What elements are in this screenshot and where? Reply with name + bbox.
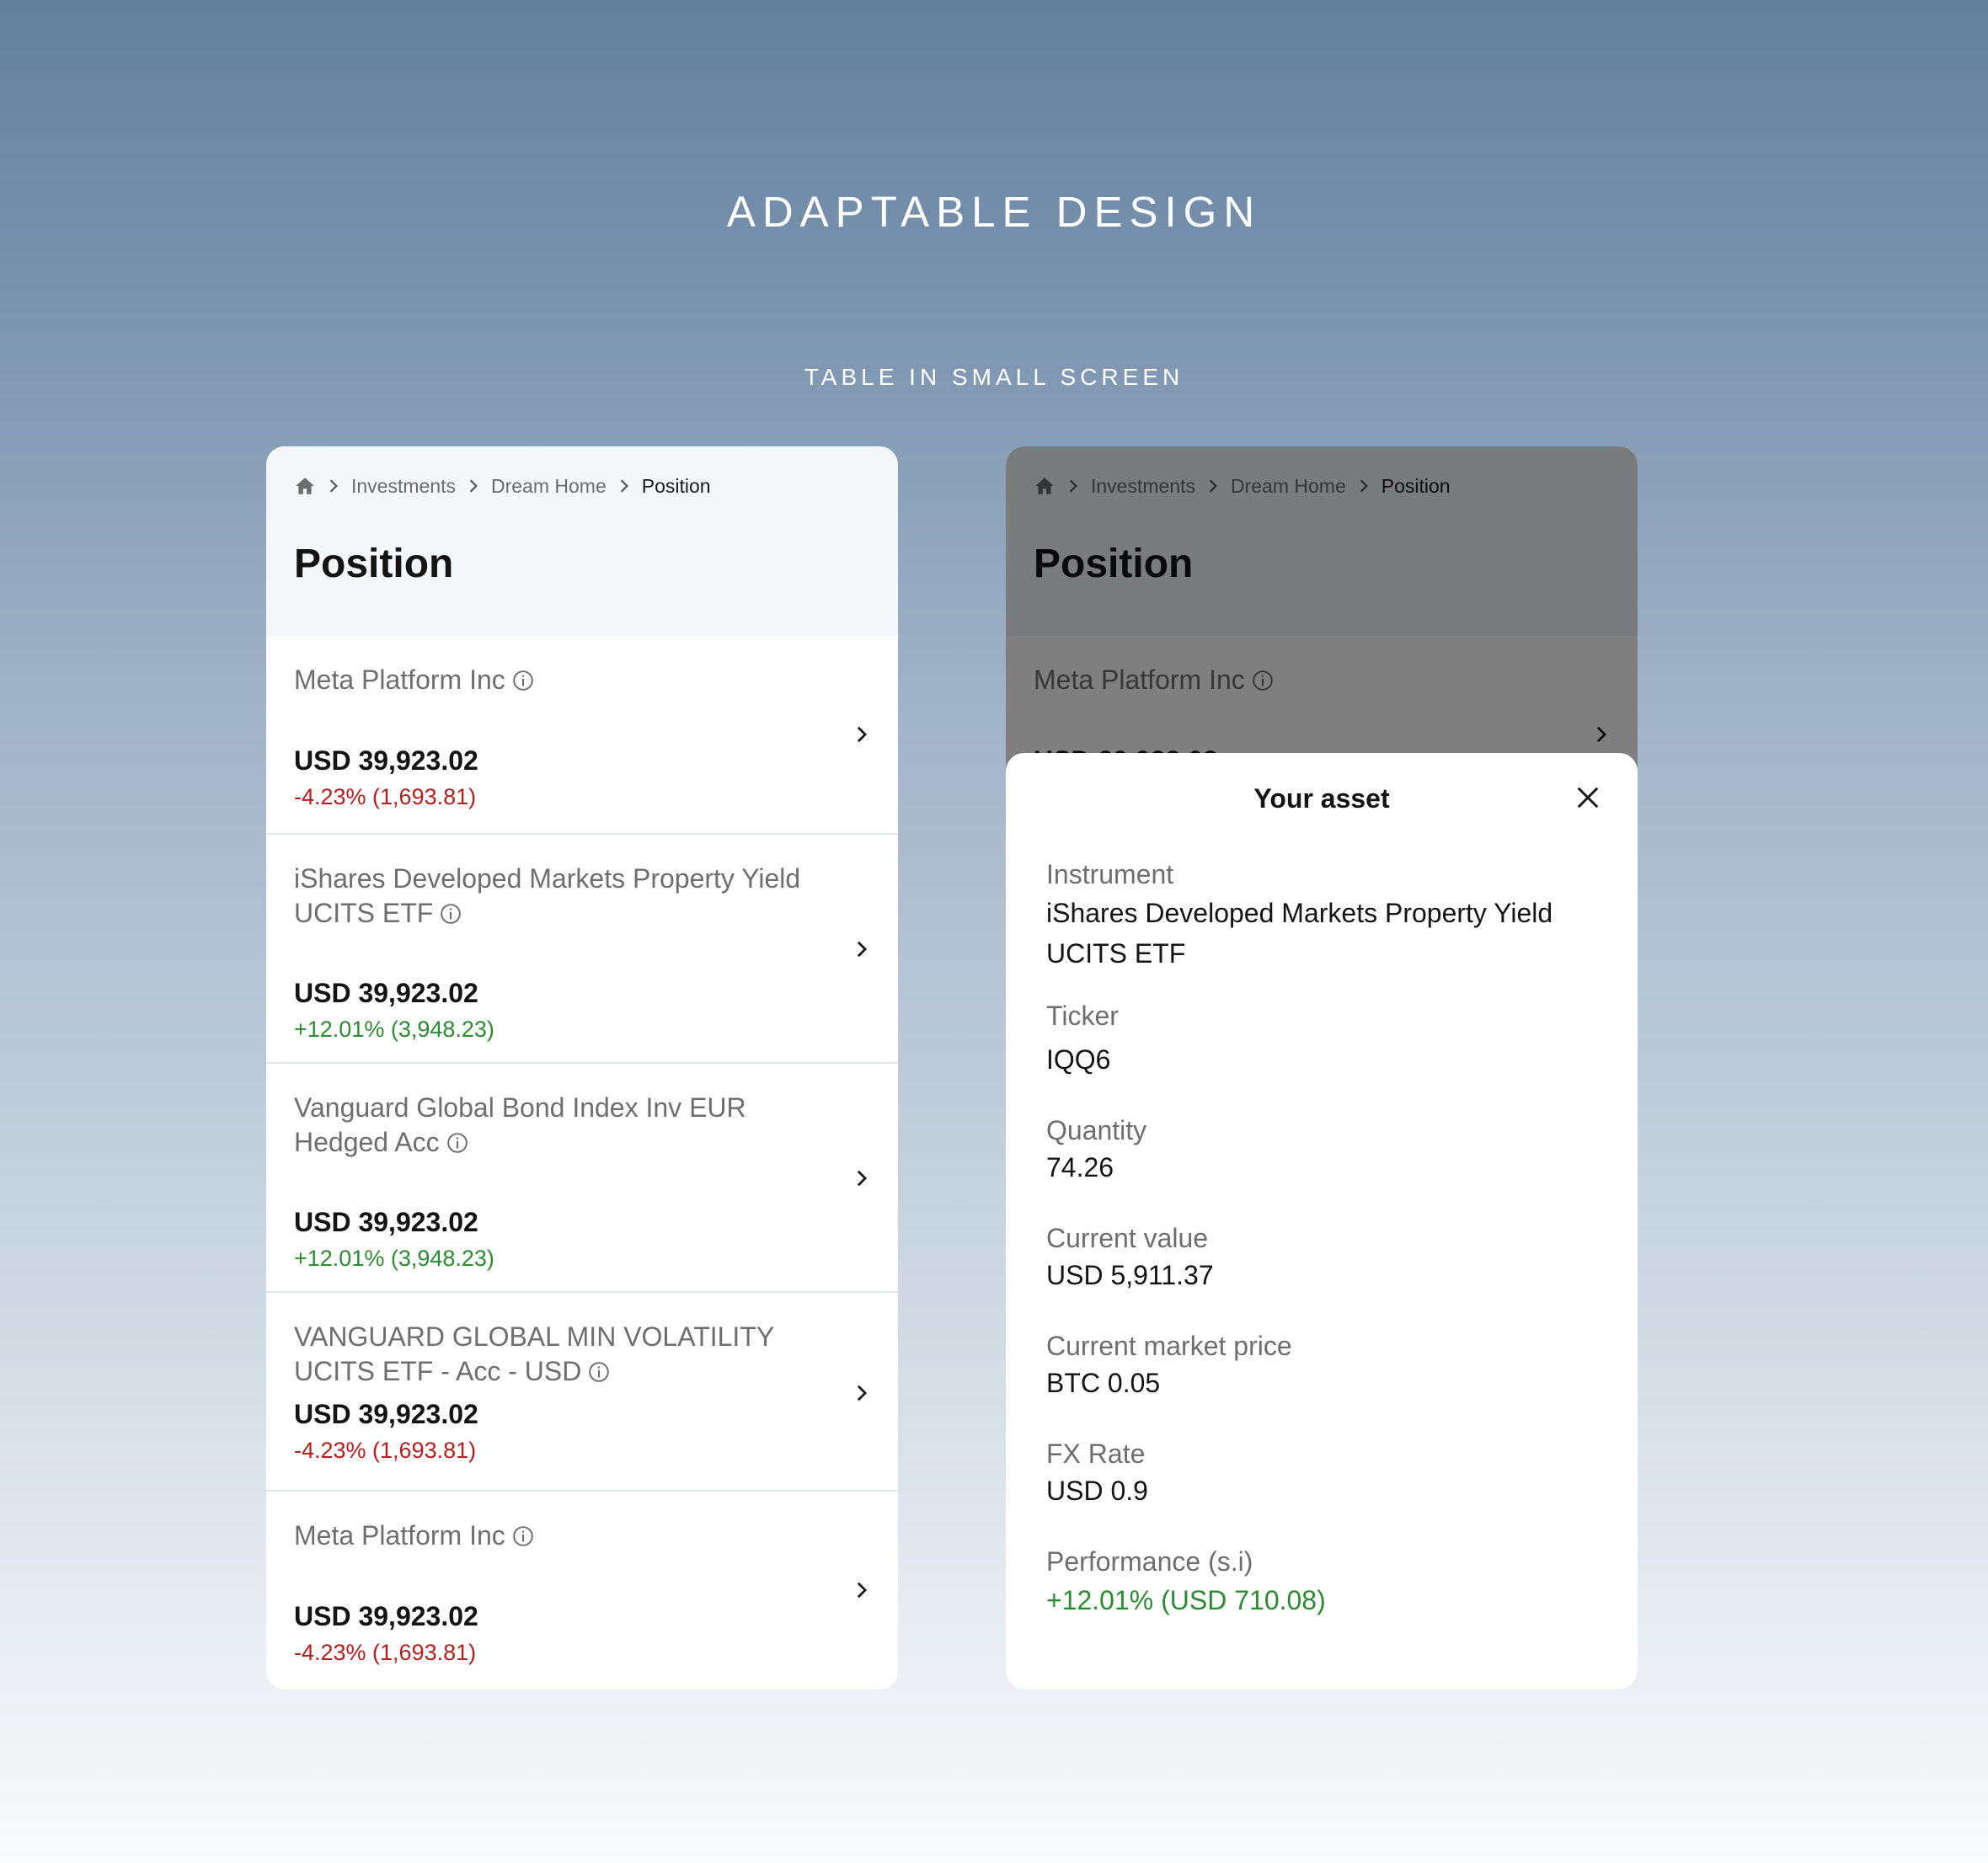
page-title: Position <box>294 542 454 586</box>
asset-detail-sheet: Your asset Instrument iShares Developed … <box>1006 753 1638 1690</box>
position-value: USD 39,923.02 <box>294 1399 478 1429</box>
field-value-fx-rate: USD 0.9 <box>1046 1476 1148 1506</box>
position-change: +12.01% (3,948.23) <box>294 1246 494 1271</box>
card-header: Investments Dream Home Position Position <box>266 446 898 636</box>
chevron-right-icon[interactable] <box>852 1384 871 1402</box>
field-label-performance: Performance (s.i) <box>1046 1546 1253 1577</box>
position-value: USD 39,923.02 <box>294 1207 478 1237</box>
chevron-right-icon <box>329 479 338 493</box>
position-card-table: Investments Dream Home Position Position… <box>266 446 898 1690</box>
breadcrumb: Investments Dream Home Position <box>294 472 711 500</box>
position-row[interactable]: VANGUARD GLOBAL MIN VOLATILITY UCITS ETF… <box>266 1293 898 1492</box>
chevron-right-icon[interactable] <box>852 940 871 958</box>
info-icon[interactable] <box>588 1361 610 1383</box>
position-name: iShares Developed Markets Property Yield… <box>294 863 801 928</box>
close-icon[interactable] <box>1575 785 1601 810</box>
field-value-market-price: BTC 0.05 <box>1046 1368 1161 1398</box>
field-value-quantity: 74.26 <box>1046 1152 1114 1182</box>
breadcrumb-current: Position <box>641 474 711 497</box>
position-row[interactable]: iShares Developed Markets Property Yield… <box>266 835 898 1064</box>
sub-title: TABLE IN SMALL SCREEN <box>804 364 1184 390</box>
chevron-right-icon[interactable] <box>852 1169 871 1188</box>
field-label-current-value: Current value <box>1046 1223 1209 1253</box>
field-label-ticker: Ticker <box>1046 1001 1119 1031</box>
field-label-quantity: Quantity <box>1046 1115 1147 1145</box>
field-value-instrument: iShares Developed Markets Property Yield… <box>1046 898 1553 969</box>
position-value: USD 39,923.02 <box>294 745 478 776</box>
field-value-current-value: USD 5,911.37 <box>1046 1260 1214 1290</box>
info-icon[interactable] <box>512 670 534 691</box>
info-icon[interactable] <box>512 1525 534 1547</box>
position-name: Meta Platform Inc <box>294 1519 833 1553</box>
position-row[interactable]: Meta Platform Inc USD 39,923.02 -4.23% (… <box>266 636 898 835</box>
breadcrumb-investments[interactable]: Investments <box>351 475 456 498</box>
position-card-detail: Investments Dream Home Position Position… <box>1006 446 1638 1690</box>
position-row[interactable]: Meta Platform Inc USD 39,923.02 -4.23% (… <box>266 1492 898 1690</box>
field-label-instrument: Instrument <box>1046 859 1174 889</box>
info-icon[interactable] <box>440 903 462 925</box>
field-value-ticker: IQQ6 <box>1046 1044 1111 1075</box>
field-value-performance: +12.01% (USD 710.08) <box>1046 1585 1326 1615</box>
position-change: -4.23% (1,693.81) <box>294 1640 477 1665</box>
home-icon[interactable] <box>294 475 316 497</box>
position-value: USD 39,923.02 <box>294 978 478 1008</box>
position-change: -4.23% (1,693.81) <box>294 784 477 809</box>
chevron-right-icon[interactable] <box>852 725 871 744</box>
position-name: Meta Platform Inc <box>294 663 833 697</box>
chevron-right-icon[interactable] <box>852 1581 871 1599</box>
position-change: -4.23% (1,693.81) <box>294 1438 477 1463</box>
info-icon[interactable] <box>446 1132 468 1154</box>
chevron-right-icon <box>469 479 478 493</box>
position-name: Vanguard Global Bond Index Inv EUR Hedge… <box>294 1092 746 1157</box>
main-title: ADAPTABLE DESIGN <box>726 188 1262 236</box>
position-value: USD 39,923.02 <box>294 1601 478 1631</box>
sheet-title: Your asset <box>1253 783 1390 814</box>
chevron-right-icon <box>620 479 628 493</box>
field-label-market-price: Current market price <box>1046 1331 1292 1361</box>
position-change: +12.01% (3,948.23) <box>294 1017 494 1042</box>
breadcrumb-dream-home[interactable]: Dream Home <box>491 475 607 498</box>
position-name: VANGUARD GLOBAL MIN VOLATILITY UCITS ETF… <box>294 1321 774 1386</box>
position-row[interactable]: Vanguard Global Bond Index Inv EUR Hedge… <box>266 1064 898 1293</box>
field-label-fx-rate: FX Rate <box>1046 1439 1146 1469</box>
